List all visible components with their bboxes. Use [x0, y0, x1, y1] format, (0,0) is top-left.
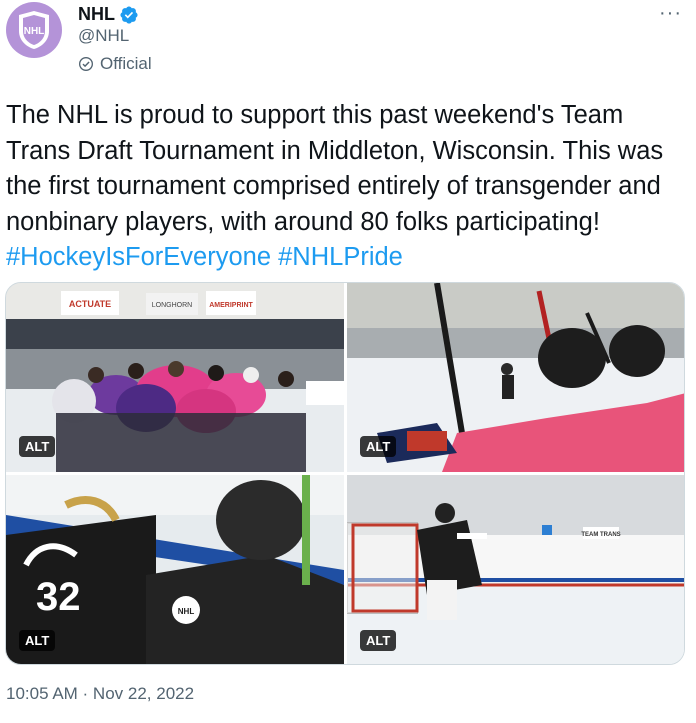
- verified-badge-icon[interactable]: [119, 5, 139, 25]
- media-image-group-huddle[interactable]: ACTUATE LONGHORN AMERIPRINT ALT: [6, 283, 344, 472]
- tweet-timestamp[interactable]: 10:05 AM · Nov 22, 2022: [6, 684, 194, 704]
- official-check-icon: [79, 57, 93, 71]
- media-grid: ACTUATE LONGHORN AMERIPRINT ALT ALT 32 N…: [5, 282, 685, 665]
- nhl-shield-logo: NHL: [19, 11, 49, 49]
- alt-badge[interactable]: ALT: [360, 436, 397, 457]
- author-name[interactable]: NHL: [78, 4, 115, 25]
- bench-photo: [347, 283, 684, 472]
- official-label: Official: [100, 54, 152, 73]
- tweet-body: The NHL is proud to support this past we…: [6, 101, 664, 236]
- media-image-bench[interactable]: ALT: [347, 283, 684, 472]
- alt-badge[interactable]: ALT: [19, 436, 56, 457]
- svg-text:NHL: NHL: [24, 26, 45, 37]
- hashtag-nhlpride[interactable]: #NHLPride: [278, 243, 403, 271]
- svg-text:LONGHORN: LONGHORN: [152, 302, 192, 309]
- svg-text:ACTUATE: ACTUATE: [69, 299, 111, 309]
- author-name-row: NHL: [78, 4, 139, 25]
- alt-badge[interactable]: ALT: [19, 630, 56, 651]
- group-huddle-photo: ACTUATE LONGHORN AMERIPRINT: [6, 283, 344, 472]
- hashtag-hockeyisforeveryone[interactable]: #HockeyIsForEveryone: [6, 243, 271, 271]
- more-options-icon[interactable]: ···: [659, 2, 682, 25]
- media-image-goalie[interactable]: TEAM TRANS ALT: [347, 475, 684, 664]
- tweet-text: The NHL is proud to support this past we…: [6, 98, 690, 276]
- svg-text:32: 32: [36, 575, 81, 619]
- alt-badge[interactable]: ALT: [360, 630, 397, 651]
- svg-text:TEAM TRANS: TEAM TRANS: [581, 532, 620, 538]
- avatar[interactable]: NHL: [6, 2, 62, 58]
- helmets-photo: 32 NHL: [6, 475, 344, 664]
- media-image-helmets[interactable]: 32 NHL ALT: [6, 475, 344, 664]
- author-handle[interactable]: @NHL: [78, 26, 129, 46]
- goalie-photo: TEAM TRANS: [347, 475, 684, 664]
- svg-text:AMERIPRINT: AMERIPRINT: [209, 302, 253, 309]
- svg-text:NHL: NHL: [178, 607, 195, 616]
- official-affiliation: Official: [78, 54, 152, 74]
